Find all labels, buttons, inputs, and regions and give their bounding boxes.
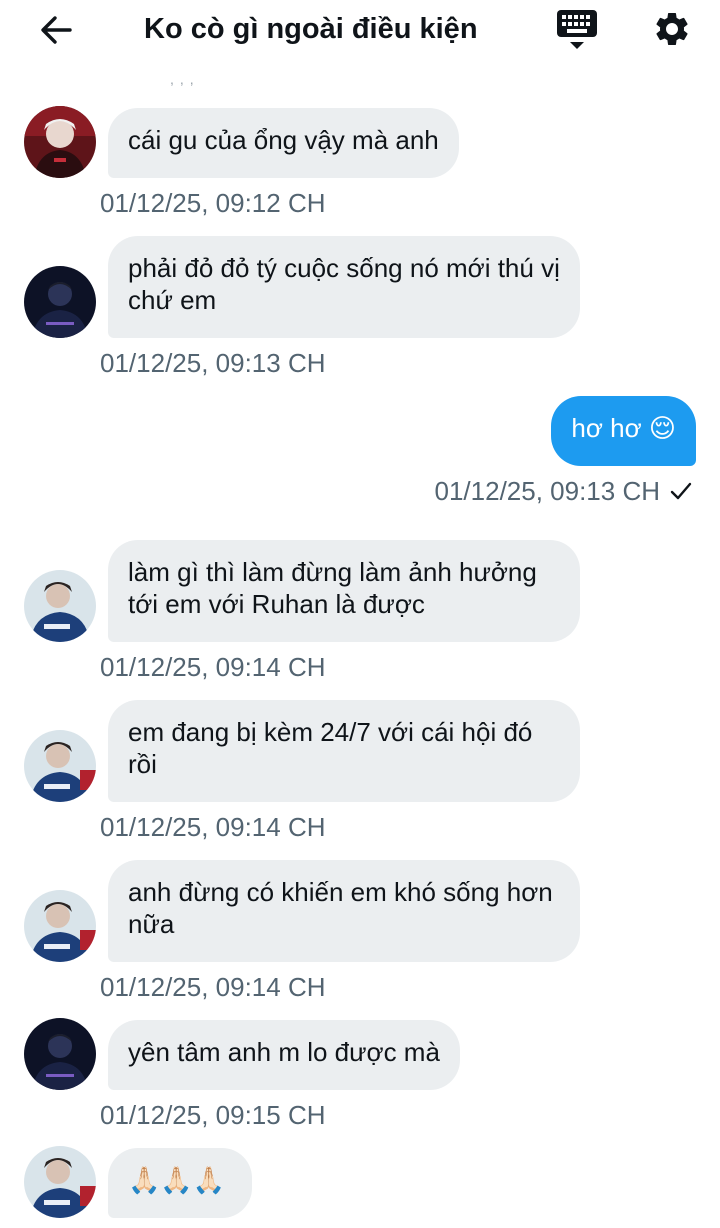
conversation-title: Ko cò gì ngoài điều kiện	[144, 13, 478, 45]
arrow-left-icon	[41, 16, 72, 44]
message-text: anh đừng có khiến em khó sống hơn nữa	[128, 877, 553, 939]
message-timestamp: 01/12/25, 09:13 CH	[434, 476, 661, 506]
message-bubble[interactable]: 🙏🏻🙏🏻🙏🏻	[108, 1148, 252, 1218]
message-bubble[interactable]: anh đừng có khiến em khó sống hơn nữa	[108, 860, 580, 962]
avatar[interactable]	[24, 570, 96, 642]
avatar[interactable]	[24, 890, 96, 962]
message-timestamp: 01/12/25, 09:15 CH	[100, 1100, 326, 1130]
message-text: em đang bị kèm 24/7 với cái hội đó rồi	[128, 717, 533, 779]
avatar[interactable]	[24, 266, 96, 338]
avatar[interactable]	[24, 1146, 96, 1218]
message-text: phải đỏ đỏ tý cuộc sống nó mới thú vị ch…	[128, 253, 560, 315]
message-timestamp: 01/12/25, 09:14 CH	[100, 972, 326, 1002]
settings-button[interactable]	[648, 6, 696, 52]
keyboard-shortcuts-button[interactable]	[550, 6, 604, 52]
message-bubble[interactable]: em đang bị kèm 24/7 với cái hội đó rồi	[108, 700, 580, 802]
message-bubble[interactable]: làm gì thì làm đừng làm ảnh hưởng tới em…	[108, 540, 580, 642]
message-timestamp: 01/12/25, 09:12 CH	[100, 188, 326, 218]
message-timestamp: 01/12/25, 09:14 CH	[100, 812, 326, 842]
message-text: cái gu của ổng vậy mà anh	[128, 125, 439, 155]
back-button[interactable]	[34, 10, 78, 50]
conversation-header: Ko cò gì ngoài điều kiện	[0, 0, 720, 60]
message-text: 🙏🏻🙏🏻🙏🏻	[128, 1165, 226, 1195]
message-timestamp: 01/12/25, 09:13 CH	[100, 348, 326, 378]
message-bubble-outgoing[interactable]: hơ hơ 😌	[551, 396, 696, 466]
keyboard-icon	[557, 10, 597, 49]
message-text: làm gì thì làm đừng làm ảnh hưởng tới em…	[128, 557, 537, 619]
message-bubble[interactable]: phải đỏ đỏ tý cuộc sống nó mới thú vị ch…	[108, 236, 580, 338]
message-bubble[interactable]: yên tâm anh m lo được mà	[108, 1020, 460, 1090]
avatar[interactable]	[24, 106, 96, 178]
message-text: hơ hơ 😌	[571, 413, 676, 443]
gear-icon	[656, 12, 688, 45]
message-bubble[interactable]: cái gu của ổng vậy mà anh	[108, 108, 459, 178]
message-timestamp: 01/12/25, 09:14 CH	[100, 652, 326, 682]
previous-message-fragment: ,,,	[170, 74, 200, 86]
avatar[interactable]	[24, 1018, 96, 1090]
checkmark-icon	[670, 482, 692, 500]
avatar[interactable]	[24, 730, 96, 802]
message-text: yên tâm anh m lo được mà	[128, 1037, 440, 1067]
